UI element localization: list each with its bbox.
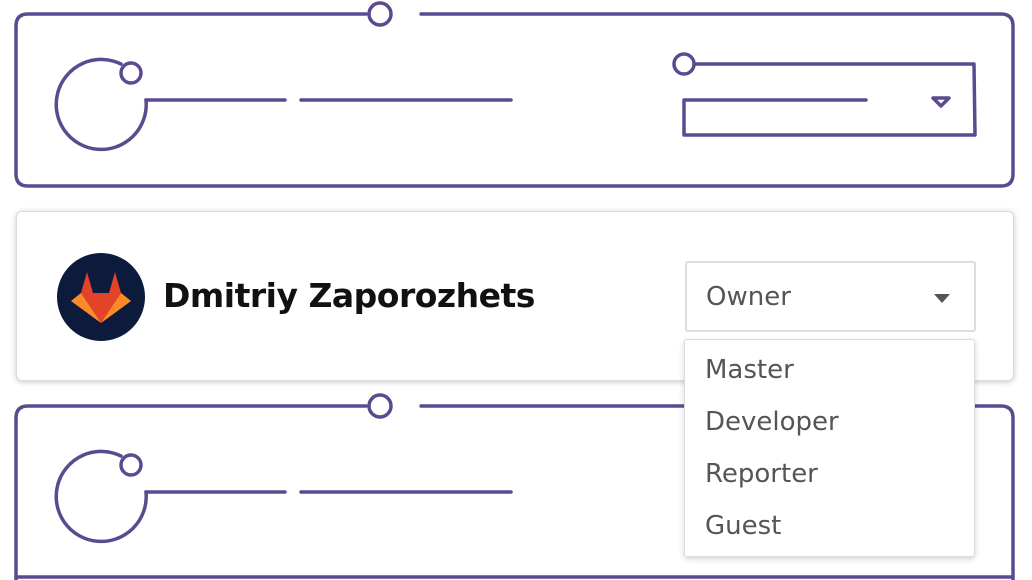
role-option-developer[interactable]: Developer [685,400,974,452]
wireframe-card-top [14,1,1015,188]
avatar-node-icon [119,453,143,477]
gitlab-tanuki-icon [57,253,145,341]
role-option-master[interactable]: Master [685,348,974,400]
role-selected-value: Owner [706,282,791,312]
wireframe-dropdown [682,62,977,137]
role-option-reporter[interactable]: Reporter [685,452,974,504]
role-dropdown[interactable]: Owner [685,261,976,332]
dropdown-node-icon [672,52,696,76]
connector-node-icon [367,1,393,27]
connector-node-icon [367,393,393,419]
wireframe-caret-icon [931,96,951,108]
role-dropdown-menu: Master Developer Reporter Guest [684,339,975,557]
members-illustration: Dmitriy Zaporozhets Owner Master Develop… [0,0,1032,580]
role-option-guest[interactable]: Guest [685,504,974,556]
avatar-node-icon [119,61,143,85]
member-name: Dmitriy Zaporozhets [163,276,535,315]
chevron-down-icon [934,294,950,303]
